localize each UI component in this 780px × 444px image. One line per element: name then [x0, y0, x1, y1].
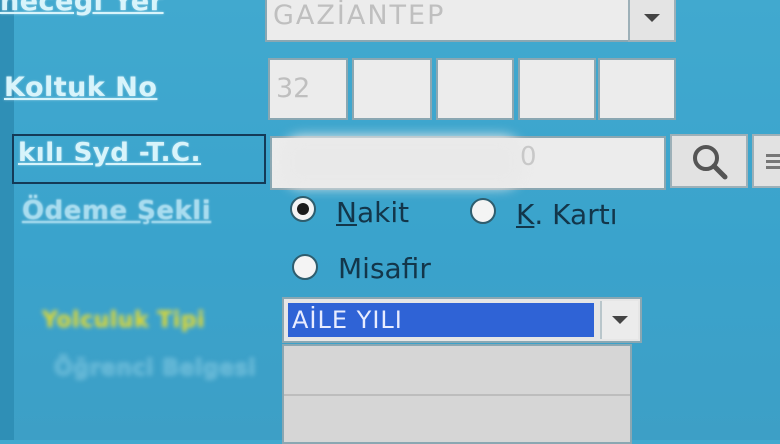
campaign-dropdown-button[interactable]: [600, 301, 638, 339]
seat-no-field-1[interactable]: 32: [268, 58, 348, 120]
redacted-overlay: [282, 136, 522, 188]
seat-no-field-2[interactable]: [352, 58, 432, 120]
payment-radio-nakit[interactable]: [290, 196, 316, 222]
faint-label: Öğrenci Belgesi: [54, 356, 257, 381]
tc-search-button[interactable]: [670, 134, 748, 188]
payment-option-misafir[interactable]: Misafir: [338, 252, 431, 285]
payment-option-nakit[interactable]: Nakit: [336, 196, 409, 229]
payment-label: Ödeme Şekli: [22, 196, 212, 226]
chevron-down-icon: [644, 14, 660, 22]
campaign-list-panel: [282, 344, 632, 444]
destination-field[interactable]: GAZİANTEP: [265, 0, 675, 42]
destination-label: neceği Yer: [0, 0, 164, 17]
chevron-down-icon: [612, 316, 628, 324]
campaign-selected-value: AİLE YILI: [288, 303, 594, 337]
list-icon: [766, 151, 780, 172]
campaign-select[interactable]: AİLE YILI: [282, 297, 642, 343]
tc-list-button[interactable]: [752, 134, 780, 188]
seat-no-field-4[interactable]: [518, 58, 596, 120]
list-row: [284, 346, 630, 396]
payment-radio-misafir[interactable]: [292, 254, 318, 280]
destination-dropdown-button[interactable]: [628, 0, 676, 42]
destination-value: GAZİANTEP: [273, 0, 446, 31]
seat-no-label: Koltuk No: [4, 72, 158, 103]
window-edge: [0, 0, 14, 440]
seat-no-field-3[interactable]: [436, 58, 514, 120]
search-icon: [693, 145, 728, 180]
tc-label: kılı Syd -T.C.: [18, 138, 202, 168]
campaign-label: Yolculuk Tipi: [42, 308, 206, 333]
tc-suffix: 0: [520, 142, 537, 172]
radio-selected-dot: [297, 203, 309, 215]
payment-radio-kredi-karti[interactable]: [470, 198, 496, 224]
payment-option-kredi-karti[interactable]: K. Kartı: [516, 198, 617, 231]
seat-no-value: 32: [276, 73, 311, 104]
seat-no-field-5[interactable]: [598, 58, 676, 120]
